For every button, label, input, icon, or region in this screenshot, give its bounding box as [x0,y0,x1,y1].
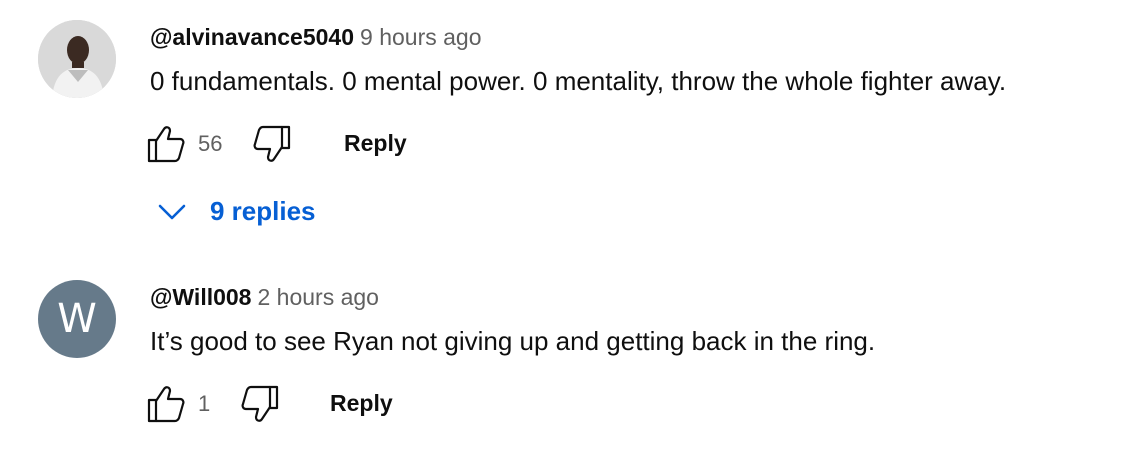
chevron-down-icon [158,204,186,220]
avatar[interactable] [38,20,116,98]
thumb-up-icon [147,386,185,423]
avatar-letter: W [57,296,97,342]
avatar[interactable]: W [38,280,116,358]
comment-header: @alvinavance5040 9 hours ago [150,24,482,51]
reply-button[interactable]: Reply [330,390,393,417]
author-handle[interactable]: @alvinavance5040 [150,24,354,50]
comment-time[interactable]: 2 hours ago [257,284,378,310]
dislike-button[interactable] [252,124,292,164]
thumb-down-icon [253,125,291,162]
author-handle[interactable]: @Will008 [150,284,251,310]
dislike-button[interactable] [240,384,280,424]
replies-count-label: 9 replies [210,196,316,226]
comment-text: 0 fundamentals. 0 mental power. 0 mental… [150,66,1007,96]
like-button[interactable] [146,384,186,424]
comment-actions: 1 Reply [146,384,546,424]
comment-time[interactable]: 9 hours ago [360,24,481,50]
reply-button[interactable]: Reply [344,130,407,157]
thumb-up-icon [147,126,185,163]
comment-actions: 56 Reply [146,124,546,164]
thumb-down-icon [241,385,279,422]
comment-header: @Will008 2 hours ago [150,284,379,311]
comment-text: It’s good to see Ryan not giving up and … [150,326,876,356]
like-count: 1 [198,391,211,416]
like-button[interactable] [146,124,186,164]
avatar-photo-icon [38,20,116,98]
like-count: 56 [198,131,223,156]
